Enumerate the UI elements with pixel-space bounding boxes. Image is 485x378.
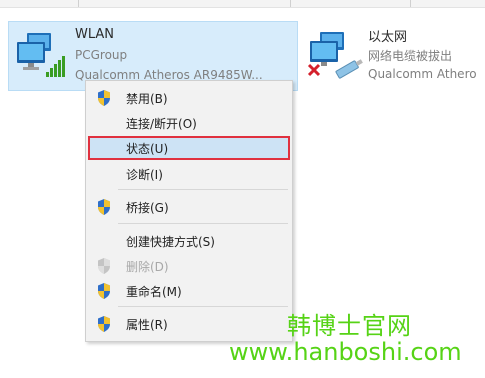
menu-item-label: 属性(R) xyxy=(126,318,168,332)
toolbar-separator xyxy=(410,0,411,7)
shield-icon xyxy=(96,257,112,275)
menu-separator xyxy=(118,189,288,190)
menu-item-create-shortcut[interactable]: 创建快捷方式(S) xyxy=(88,229,290,253)
adapter-ethernet[interactable]: 以太网 网络电缆被拔出 Qualcomm Athero xyxy=(302,21,485,91)
toolbar-separator xyxy=(290,0,291,7)
toolbar-separator xyxy=(78,0,79,7)
menu-item-label: 连接/断开(O) xyxy=(126,117,197,131)
menu-item-status[interactable]: 状态(U) xyxy=(88,136,290,160)
adapter-network: PCGroup xyxy=(75,48,128,62)
menu-item-properties[interactable]: 属性(R) xyxy=(88,312,290,336)
menu-separator xyxy=(118,223,288,224)
wireless-adapter-icon xyxy=(13,30,73,82)
menu-item-bridge[interactable]: 桥接(G) xyxy=(88,195,290,219)
watermark-title: 韩博士官网 xyxy=(287,312,412,340)
context-menu: 禁用(B) 连接/断开(O) 状态(U) 诊断(I) 桥接(G) 创建快捷方式(… xyxy=(85,80,293,342)
adapter-name: WLAN xyxy=(75,27,115,42)
menu-item-label: 删除(D) xyxy=(126,260,169,274)
shield-icon xyxy=(96,315,112,333)
menu-item-label: 桥接(G) xyxy=(126,201,169,215)
menu-item-diagnose[interactable]: 诊断(I) xyxy=(88,162,290,186)
menu-item-rename[interactable]: 重命名(M) xyxy=(88,279,290,303)
menu-item-disable[interactable]: 禁用(B) xyxy=(88,86,290,110)
menu-item-connect-disconnect[interactable]: 连接/断开(O) xyxy=(88,111,290,135)
menu-item-label: 重命名(M) xyxy=(126,285,182,299)
toolbar xyxy=(0,0,485,8)
adapter-device: Qualcomm Athero xyxy=(368,67,477,81)
menu-item-delete: 删除(D) xyxy=(88,254,290,278)
menu-separator xyxy=(118,306,288,307)
menu-item-label: 状态(U) xyxy=(126,142,169,156)
menu-item-label: 创建快捷方式(S) xyxy=(126,235,215,249)
menu-item-label: 禁用(B) xyxy=(126,92,168,106)
shield-icon xyxy=(96,89,112,107)
ethernet-adapter-icon xyxy=(306,29,366,81)
menu-item-label: 诊断(I) xyxy=(126,168,163,182)
watermark-url: www.hanboshi.com xyxy=(229,338,462,366)
shield-icon xyxy=(96,198,112,216)
adapter-name: 以太网 xyxy=(368,30,408,45)
adapter-status: 网络电缆被拔出 xyxy=(368,49,453,63)
shield-icon xyxy=(96,282,112,300)
